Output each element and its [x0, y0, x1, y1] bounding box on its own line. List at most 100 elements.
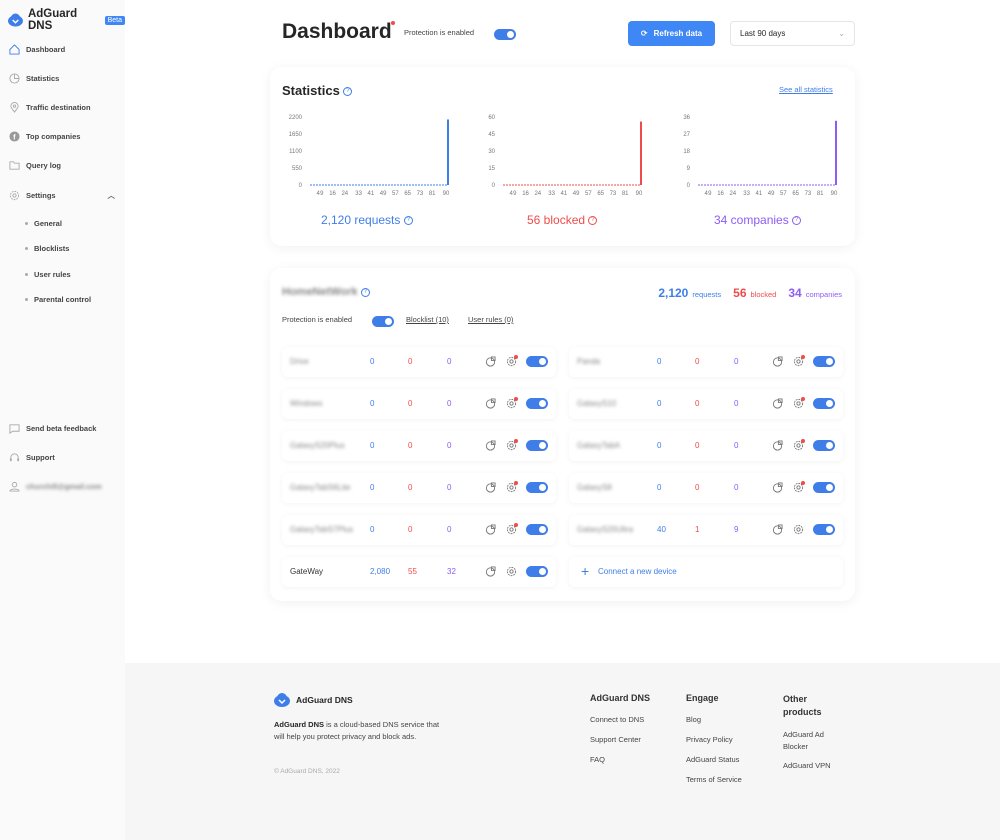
gear-icon[interactable] — [506, 481, 518, 495]
footer-link[interactable]: Privacy Policy — [686, 735, 766, 744]
help-icon[interactable]: ? — [588, 216, 598, 226]
gear-icon[interactable] — [506, 566, 517, 579]
statistics-icon[interactable] — [485, 482, 496, 495]
label: Statistics — [26, 74, 60, 83]
gear-icon[interactable] — [793, 439, 805, 453]
blocklist-link[interactable]: Blocklist (10) — [406, 315, 449, 324]
label: Query log — [26, 161, 62, 170]
network-protection-toggle[interactable] — [372, 316, 394, 327]
gear-icon[interactable] — [506, 523, 518, 537]
device-name[interactable]: GalaxyTabS6Lite — [290, 483, 350, 492]
statistics-icon[interactable] — [485, 398, 496, 411]
device-row[interactable]: Panda 0 0 0 — [569, 347, 843, 377]
statistics-icon[interactable] — [772, 440, 783, 453]
help-icon[interactable]: ? — [360, 287, 370, 297]
send-feedback-link[interactable]: Send beta feedback — [9, 423, 96, 434]
help-icon[interactable]: ? — [792, 216, 802, 226]
sidebar-item-statistics[interactable]: Statistics — [9, 73, 59, 84]
footer-link[interactable]: AdGuard Status — [686, 755, 766, 764]
device-row[interactable]: GalaxyS8 0 0 0 — [569, 473, 843, 503]
sidebar-sub-general[interactable]: General — [25, 219, 62, 228]
device-toggle[interactable] — [526, 482, 548, 493]
device-row[interactable]: GalaxyS10 0 0 0 — [569, 389, 843, 419]
device-row[interactable]: GalaxyTabS7Plus 0 0 0 — [282, 515, 556, 545]
device-name[interactable]: Panda — [577, 357, 600, 366]
statistics-icon[interactable] — [772, 356, 783, 369]
refresh-data-button[interactable]: ⟳ Refresh data — [628, 21, 715, 46]
chevron-up-icon[interactable]: ︿ — [108, 190, 116, 201]
device-name[interactable]: GalaxyS10 — [577, 399, 616, 408]
sidebar-item-top-companies[interactable]: f Top companies — [9, 131, 80, 142]
device-toggle[interactable] — [526, 524, 548, 535]
gear-icon[interactable] — [793, 397, 805, 411]
sidebar-item-dashboard[interactable]: Dashboard — [9, 44, 65, 55]
device-toggle[interactable] — [813, 482, 835, 493]
gear-icon[interactable] — [506, 439, 518, 453]
gear-icon[interactable] — [793, 524, 804, 537]
footer-link[interactable]: AdGuard VPN — [783, 761, 835, 770]
device-name[interactable]: GalaxyS20Plus — [290, 441, 345, 450]
gear-icon[interactable] — [793, 355, 805, 369]
y-tick-label: 45 — [488, 132, 495, 138]
device-blocked: 0 — [695, 357, 700, 366]
sidebar-item-query-log[interactable]: Query log — [9, 160, 61, 171]
device-name[interactable]: GalaxyTabS7Plus — [290, 525, 353, 534]
device-toggle[interactable] — [813, 524, 835, 535]
footer-link[interactable]: FAQ — [590, 755, 670, 764]
device-row[interactable]: Drive 0 0 0 — [282, 347, 556, 377]
period-select[interactable]: Last 90 days ⌄ — [730, 21, 855, 46]
device-toggle[interactable] — [526, 440, 548, 451]
device-name[interactable]: Drive — [290, 357, 309, 366]
device-toggle[interactable] — [813, 440, 835, 451]
statistics-icon[interactable] — [485, 356, 496, 369]
help-icon[interactable]: ? — [343, 87, 353, 97]
brand-logo[interactable]: AdGuard DNS Beta — [8, 8, 125, 32]
sidebar-sub-parental-control[interactable]: Parental control — [25, 295, 91, 304]
x-tick-label: 57 — [585, 191, 592, 197]
device-toggle[interactable] — [813, 398, 835, 409]
statistics-icon[interactable] — [485, 440, 496, 453]
support-link[interactable]: Support — [9, 452, 55, 463]
statistics-icon[interactable] — [772, 482, 783, 495]
device-toggle[interactable] — [526, 398, 548, 409]
gear-icon[interactable] — [793, 481, 805, 495]
device-row[interactable]: GateWay 2,080 55 32 — [282, 557, 556, 587]
gear-icon[interactable] — [506, 355, 518, 369]
footer-link[interactable]: Terms of Service — [686, 775, 766, 784]
footer-link[interactable]: Connect to DNS — [590, 715, 670, 724]
connect-device-button[interactable]: + Connect a new device — [569, 557, 843, 587]
statistics-icon[interactable] — [772, 398, 783, 411]
device-toggle[interactable] — [813, 356, 835, 367]
account-link[interactable]: churchill@gmail.com — [9, 481, 102, 492]
device-name[interactable]: Windows — [290, 399, 322, 408]
device-name[interactable]: GalaxyS20Ultra — [577, 525, 633, 534]
device-row[interactable]: GalaxyTabS6Lite 0 0 0 — [282, 473, 556, 503]
device-row[interactable]: Windows 0 0 0 — [282, 389, 556, 419]
footer-link[interactable]: Support Center — [590, 735, 670, 744]
device-name[interactable]: GalaxyTabA — [577, 441, 620, 450]
sidebar-sub-user-rules[interactable]: User rules — [25, 270, 71, 279]
user-rules-link[interactable]: User rules (0) — [468, 315, 513, 324]
help-icon[interactable]: ? — [403, 216, 413, 226]
statistics-icon[interactable] — [772, 524, 783, 537]
device-companies: 0 — [447, 441, 452, 450]
gear-icon[interactable] — [506, 397, 518, 411]
statistics-icon[interactable] — [485, 524, 496, 537]
device-row[interactable]: GalaxyS20Ultra 40 1 9 — [569, 515, 843, 545]
beta-badge: Beta — [104, 15, 125, 25]
device-name[interactable]: GateWay — [290, 567, 323, 576]
sidebar-item-settings[interactable]: Settings ︿ — [9, 190, 115, 201]
device-row[interactable]: GalaxyTabA 0 0 0 — [569, 431, 843, 461]
device-toggle[interactable] — [526, 356, 548, 367]
sidebar-item-traffic-destination[interactable]: Traffic destination — [9, 102, 91, 113]
device-toggle[interactable] — [526, 566, 548, 577]
device-row[interactable]: GalaxyS20Plus 0 0 0 — [282, 431, 556, 461]
footer-link[interactable]: AdGuard Ad Blocker — [783, 729, 835, 752]
protection-toggle[interactable] — [494, 29, 516, 40]
folder-icon — [9, 161, 20, 170]
see-all-statistics-link[interactable]: See all statistics — [779, 85, 833, 94]
sidebar-sub-blocklists[interactable]: Blocklists — [25, 244, 69, 253]
footer-link[interactable]: Blog — [686, 715, 766, 724]
device-name[interactable]: GalaxyS8 — [577, 483, 612, 492]
statistics-icon[interactable] — [485, 566, 496, 579]
